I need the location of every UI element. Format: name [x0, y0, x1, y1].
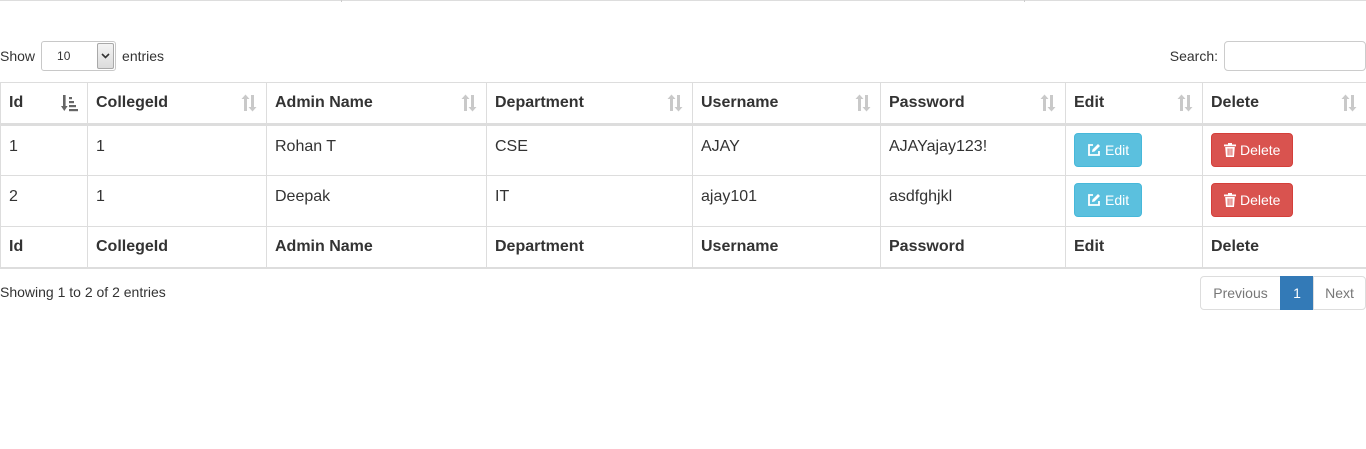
footer-header-delete: Delete: [1202, 226, 1366, 269]
sort-both-icon: [241, 94, 257, 112]
footer-header-admin-name: Admin Name: [266, 226, 487, 269]
top-border-tick: [1024, 0, 1025, 2]
column-header-admin-name[interactable]: Admin Name: [266, 82, 487, 126]
column-header-delete[interactable]: Delete: [1202, 82, 1366, 126]
cell-admin-name: Rohan T: [266, 124, 487, 176]
sort-both-icon: [855, 94, 871, 112]
search-input[interactable]: [1224, 41, 1366, 71]
cell-college-id: 1: [87, 124, 267, 176]
table-row: 2 1 Deepak IT ajay101 asdfghjkl Edit Del…: [0, 175, 1366, 227]
sort-both-icon: [1341, 94, 1357, 112]
pagination: Previous 1 Next: [1200, 276, 1366, 310]
table-header-row: Id CollegeId Admin Name Department Usern…: [0, 82, 1366, 126]
top-border: [0, 0, 1366, 1]
page-1-button[interactable]: 1: [1280, 276, 1314, 310]
column-header-label: Delete: [1211, 94, 1260, 111]
column-header-label: Username: [701, 94, 779, 111]
column-header-edit[interactable]: Edit: [1065, 82, 1203, 126]
column-header-username[interactable]: Username: [692, 82, 881, 126]
cell-username: ajay101: [692, 175, 881, 227]
cell-password: asdfghjkl: [880, 175, 1066, 227]
search-label: Search:: [1169, 48, 1218, 64]
table-row: 1 1 Rohan T CSE AJAY AJAYajay123! Edit D…: [0, 124, 1366, 176]
footer-header-id: Id: [0, 226, 88, 269]
entries-per-page-value: 10: [57, 49, 71, 63]
sort-both-icon: [461, 94, 477, 112]
table-info-text: Showing 1 to 2 of 2 entries: [0, 284, 166, 300]
sort-ascending-icon: [61, 95, 78, 112]
column-header-label: Password: [889, 94, 965, 111]
cell-password: AJAYajay123!: [880, 124, 1066, 176]
column-header-label: Edit: [1074, 94, 1105, 111]
footer-header-password: Password: [880, 226, 1066, 269]
delete-button[interactable]: Delete: [1211, 183, 1294, 217]
cell-edit: Edit: [1065, 175, 1203, 227]
column-header-label: Id: [9, 94, 24, 111]
edit-button[interactable]: Edit: [1074, 133, 1143, 167]
delete-button-label: Delete: [1240, 142, 1281, 158]
column-header-collegeid[interactable]: CollegeId: [87, 82, 267, 126]
pencil-square-icon: [1088, 144, 1100, 156]
sort-both-icon: [1177, 94, 1193, 112]
cell-id: 2: [0, 175, 88, 227]
footer-header-username: Username: [692, 226, 881, 269]
cell-edit: Edit: [1065, 124, 1203, 176]
next-page-button[interactable]: Next: [1313, 276, 1366, 310]
footer-header-department: Department: [486, 226, 693, 269]
entries-per-page-select[interactable]: 10: [41, 41, 117, 71]
cell-username: AJAY: [692, 124, 881, 176]
entries-label: entries: [122, 48, 165, 64]
column-header-label: Department: [495, 94, 584, 111]
trash-icon: [1224, 143, 1236, 157]
pencil-square-icon: [1088, 194, 1100, 206]
delete-button-label: Delete: [1240, 192, 1281, 208]
sort-both-icon: [667, 94, 683, 112]
cell-admin-name: Deepak: [266, 175, 487, 227]
column-header-label: Admin Name: [275, 94, 373, 111]
chevron-down-icon[interactable]: [97, 43, 115, 69]
table-footer-row: Id CollegeId Admin Name Department Usern…: [0, 226, 1366, 269]
column-header-label: CollegeId: [96, 94, 169, 111]
cell-department: IT: [486, 175, 693, 227]
edit-button[interactable]: Edit: [1074, 183, 1143, 217]
cell-id: 1: [0, 124, 88, 176]
cell-delete: Delete: [1202, 124, 1366, 176]
search-control: Search:: [1170, 41, 1366, 71]
delete-button[interactable]: Delete: [1211, 133, 1294, 167]
column-header-id[interactable]: Id: [0, 82, 88, 126]
column-header-password[interactable]: Password: [880, 82, 1066, 126]
column-header-department[interactable]: Department: [486, 82, 693, 126]
footer-header-collegeid: CollegeId: [87, 226, 267, 269]
trash-icon: [1224, 193, 1236, 207]
sort-both-icon: [1040, 94, 1056, 112]
top-border-tick: [341, 0, 342, 2]
cell-department: CSE: [486, 124, 693, 176]
edit-button-label: Edit: [1105, 142, 1130, 158]
entries-length-control: Show 10 entries: [0, 41, 164, 71]
edit-button-label: Edit: [1105, 192, 1130, 208]
admins-table: Id CollegeId Admin Name Department Usern…: [0, 82, 1366, 269]
previous-page-button[interactable]: Previous: [1200, 276, 1281, 310]
footer-header-edit: Edit: [1065, 226, 1203, 269]
cell-college-id: 1: [87, 175, 267, 227]
show-label: Show: [0, 48, 36, 64]
cell-delete: Delete: [1202, 175, 1366, 227]
